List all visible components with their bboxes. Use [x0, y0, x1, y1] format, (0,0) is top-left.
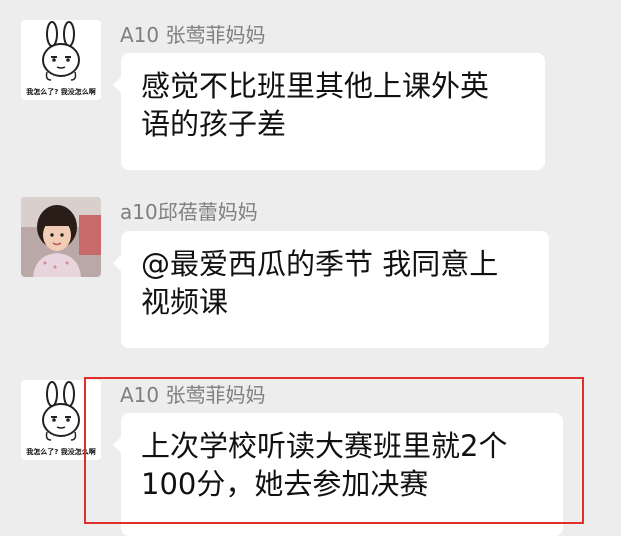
message-line: @最爱西瓜的季节 我同意上 — [141, 247, 499, 281]
avatar-caption: 我怎么了? 我没怎么啊 — [26, 447, 96, 456]
sender-name: A10 张莺菲妈妈 — [120, 23, 266, 47]
message-bubble[interactable]: @最爱西瓜的季节 我同意上 视频课 — [113, 231, 549, 348]
child-photo-icon — [21, 197, 101, 277]
sender-name: a10邱蓓蕾妈妈 — [120, 200, 258, 224]
message-line: 语的孩子差 — [141, 107, 287, 141]
message-bubble[interactable]: 上次学校听读大赛班里就2个 100分，她去参加决赛 — [113, 413, 563, 536]
rabbit-icon: 我怎么了? 我没怎么啊 — [21, 20, 101, 100]
message-line: 视频课 — [141, 285, 229, 319]
message-bubble[interactable]: 感觉不比班里其他上课外英 语的孩子差 — [113, 53, 545, 170]
child-photo-avatar[interactable] — [21, 197, 101, 277]
avatar-caption: 我怎么了? 我没怎么啊 — [26, 87, 96, 96]
sender-name: A10 张莺菲妈妈 — [120, 383, 266, 407]
message-line: 100分，她去参加决赛 — [141, 467, 429, 501]
message-line: 感觉不比班里其他上课外英 — [141, 69, 490, 103]
rabbit-sticker-avatar[interactable]: 我怎么了? 我没怎么啊 — [21, 20, 101, 100]
rabbit-icon: 我怎么了? 我没怎么啊 — [21, 380, 101, 460]
message-line: 上次学校听读大赛班里就2个 — [141, 429, 508, 463]
rabbit-sticker-avatar[interactable]: 我怎么了? 我没怎么啊 — [21, 380, 101, 460]
